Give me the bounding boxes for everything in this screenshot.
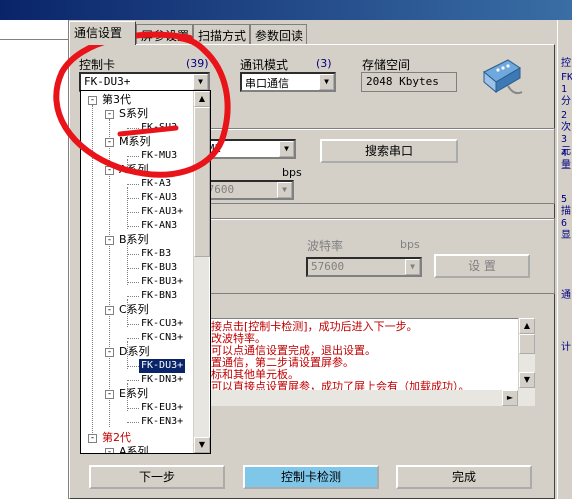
red-annotation-circle [53, 31, 231, 178]
tab-comm-settings[interactable]: 通信设置 [69, 21, 136, 45]
